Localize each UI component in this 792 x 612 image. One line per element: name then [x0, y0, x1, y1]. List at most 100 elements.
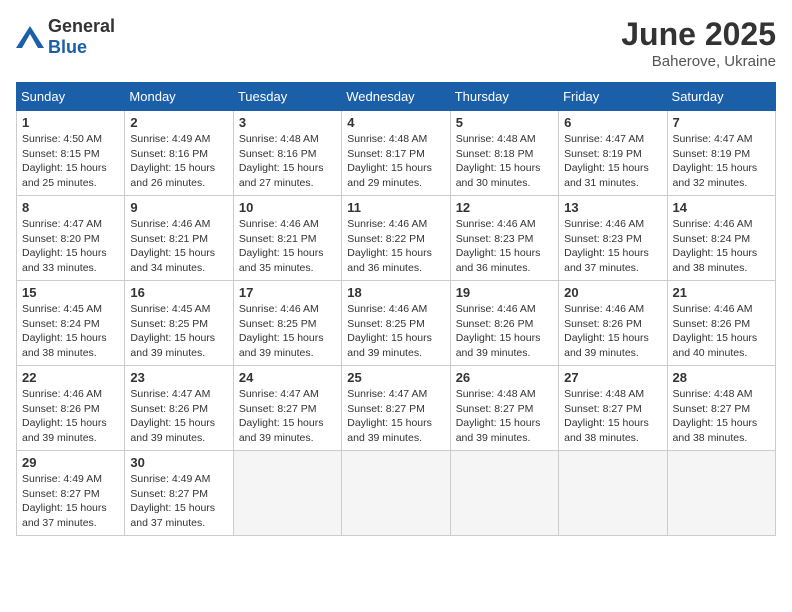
day-info: Sunrise: 4:46 AM Sunset: 8:26 PM Dayligh… — [564, 302, 661, 361]
calendar-cell: 10 Sunrise: 4:46 AM Sunset: 8:21 PM Dayli… — [233, 196, 341, 281]
day-info: Sunrise: 4:49 AM Sunset: 8:27 PM Dayligh… — [22, 472, 119, 531]
day-number: 4 — [347, 115, 444, 130]
day-number: 18 — [347, 285, 444, 300]
week-row-5: 29Sunrise: 4:49 AM Sunset: 8:27 PM Dayli… — [17, 451, 776, 536]
day-info: Sunrise: 4:48 AM Sunset: 8:18 PM Dayligh… — [456, 132, 553, 191]
calendar-cell: 12 Sunrise: 4:46 AM Sunset: 8:23 PM Dayli… — [450, 196, 558, 281]
calendar-table: SundayMondayTuesdayWednesdayThursdayFrid… — [16, 82, 776, 536]
calendar-cell: 6 Sunrise: 4:47 AM Sunset: 8:19 PM Daylig… — [559, 111, 667, 196]
title-block: June 2025 Baherove, Ukraine — [621, 16, 776, 70]
day-number: 19 — [456, 285, 553, 300]
page-header: General Blue June 2025 Baherove, Ukraine — [16, 16, 776, 70]
day-info: Sunrise: 4:46 AM Sunset: 8:24 PM Dayligh… — [673, 217, 770, 276]
calendar-cell: 27 Sunrise: 4:48 AM Sunset: 8:27 PM Dayli… — [559, 366, 667, 451]
day-number: 7 — [673, 115, 770, 130]
calendar-cell: 25 Sunrise: 4:47 AM Sunset: 8:27 PM Dayli… — [342, 366, 450, 451]
column-header-sunday: Sunday — [17, 83, 125, 111]
day-info: Sunrise: 4:45 AM Sunset: 8:25 PM Dayligh… — [130, 302, 227, 361]
day-info: Sunrise: 4:49 AM Sunset: 8:27 PM Dayligh… — [130, 472, 227, 531]
calendar-cell: 30 Sunrise: 4:49 AM Sunset: 8:27 PM Dayli… — [125, 451, 233, 536]
day-number: 23 — [130, 370, 227, 385]
day-info: Sunrise: 4:46 AM Sunset: 8:23 PM Dayligh… — [564, 217, 661, 276]
calendar-cell: 4 Sunrise: 4:48 AM Sunset: 8:17 PM Daylig… — [342, 111, 450, 196]
day-number: 22 — [22, 370, 119, 385]
day-number: 14 — [673, 200, 770, 215]
calendar-cell: 11 Sunrise: 4:46 AM Sunset: 8:22 PM Dayli… — [342, 196, 450, 281]
day-info: Sunrise: 4:46 AM Sunset: 8:21 PM Dayligh… — [239, 217, 336, 276]
day-info: Sunrise: 4:47 AM Sunset: 8:19 PM Dayligh… — [564, 132, 661, 191]
calendar-cell — [233, 451, 341, 536]
day-info: Sunrise: 4:48 AM Sunset: 8:17 PM Dayligh… — [347, 132, 444, 191]
day-number: 10 — [239, 200, 336, 215]
day-number: 16 — [130, 285, 227, 300]
day-info: Sunrise: 4:46 AM Sunset: 8:25 PM Dayligh… — [239, 302, 336, 361]
day-info: Sunrise: 4:46 AM Sunset: 8:21 PM Dayligh… — [130, 217, 227, 276]
calendar-cell: 2 Sunrise: 4:49 AM Sunset: 8:16 PM Daylig… — [125, 111, 233, 196]
day-info: Sunrise: 4:49 AM Sunset: 8:16 PM Dayligh… — [130, 132, 227, 191]
calendar-cell — [559, 451, 667, 536]
calendar-cell: 23 Sunrise: 4:47 AM Sunset: 8:26 PM Dayli… — [125, 366, 233, 451]
day-info: Sunrise: 4:46 AM Sunset: 8:26 PM Dayligh… — [673, 302, 770, 361]
logo-icon — [16, 26, 44, 48]
calendar-cell: 26Sunrise: 4:48 AM Sunset: 8:27 PM Dayli… — [450, 366, 558, 451]
calendar-cell: 22 Sunrise: 4:46 AM Sunset: 8:26 PM Dayli… — [17, 366, 125, 451]
column-header-friday: Friday — [559, 83, 667, 111]
calendar-cell: 14 Sunrise: 4:46 AM Sunset: 8:24 PM Dayli… — [667, 196, 775, 281]
day-number: 30 — [130, 455, 227, 470]
day-number: 8 — [22, 200, 119, 215]
month-year-title: June 2025 — [621, 16, 776, 53]
column-header-saturday: Saturday — [667, 83, 775, 111]
day-info: Sunrise: 4:47 AM Sunset: 8:27 PM Dayligh… — [347, 387, 444, 446]
column-header-monday: Monday — [125, 83, 233, 111]
day-number: 28 — [673, 370, 770, 385]
day-number: 24 — [239, 370, 336, 385]
day-number: 3 — [239, 115, 336, 130]
week-row-4: 22 Sunrise: 4:46 AM Sunset: 8:26 PM Dayli… — [17, 366, 776, 451]
day-info: Sunrise: 4:48 AM Sunset: 8:16 PM Dayligh… — [239, 132, 336, 191]
day-number: 2 — [130, 115, 227, 130]
calendar-cell: 3 Sunrise: 4:48 AM Sunset: 8:16 PM Daylig… — [233, 111, 341, 196]
calendar-cell: 21 Sunrise: 4:46 AM Sunset: 8:26 PM Dayli… — [667, 281, 775, 366]
day-number: 6 — [564, 115, 661, 130]
day-number: 9 — [130, 200, 227, 215]
day-number: 1 — [22, 115, 119, 130]
day-info: Sunrise: 4:48 AM Sunset: 8:27 PM Dayligh… — [564, 387, 661, 446]
calendar-cell: 9 Sunrise: 4:46 AM Sunset: 8:21 PM Daylig… — [125, 196, 233, 281]
day-number: 15 — [22, 285, 119, 300]
week-row-3: 15Sunrise: 4:45 AM Sunset: 8:24 PM Dayli… — [17, 281, 776, 366]
calendar-cell: 8 Sunrise: 4:47 AM Sunset: 8:20 PM Daylig… — [17, 196, 125, 281]
calendar-cell: 7 Sunrise: 4:47 AM Sunset: 8:19 PM Daylig… — [667, 111, 775, 196]
day-number: 20 — [564, 285, 661, 300]
calendar-cell: 17Sunrise: 4:46 AM Sunset: 8:25 PM Dayli… — [233, 281, 341, 366]
day-info: Sunrise: 4:47 AM Sunset: 8:19 PM Dayligh… — [673, 132, 770, 191]
day-number: 12 — [456, 200, 553, 215]
calendar-cell: 13 Sunrise: 4:46 AM Sunset: 8:23 PM Dayli… — [559, 196, 667, 281]
calendar-header-row: SundayMondayTuesdayWednesdayThursdayFrid… — [17, 83, 776, 111]
day-info: Sunrise: 4:50 AM Sunset: 8:15 PM Dayligh… — [22, 132, 119, 191]
day-info: Sunrise: 4:47 AM Sunset: 8:20 PM Dayligh… — [22, 217, 119, 276]
logo: General Blue — [16, 16, 115, 58]
week-row-1: 1 Sunrise: 4:50 AM Sunset: 8:15 PM Daylig… — [17, 111, 776, 196]
day-number: 5 — [456, 115, 553, 130]
day-info: Sunrise: 4:46 AM Sunset: 8:26 PM Dayligh… — [456, 302, 553, 361]
day-number: 13 — [564, 200, 661, 215]
day-info: Sunrise: 4:46 AM Sunset: 8:25 PM Dayligh… — [347, 302, 444, 361]
calendar-cell — [450, 451, 558, 536]
column-header-wednesday: Wednesday — [342, 83, 450, 111]
column-header-tuesday: Tuesday — [233, 83, 341, 111]
day-number: 11 — [347, 200, 444, 215]
day-info: Sunrise: 4:47 AM Sunset: 8:27 PM Dayligh… — [239, 387, 336, 446]
day-info: Sunrise: 4:48 AM Sunset: 8:27 PM Dayligh… — [456, 387, 553, 446]
calendar-cell: 5 Sunrise: 4:48 AM Sunset: 8:18 PM Daylig… — [450, 111, 558, 196]
day-number: 21 — [673, 285, 770, 300]
day-number: 27 — [564, 370, 661, 385]
day-info: Sunrise: 4:46 AM Sunset: 8:22 PM Dayligh… — [347, 217, 444, 276]
calendar-cell: 16 Sunrise: 4:45 AM Sunset: 8:25 PM Dayli… — [125, 281, 233, 366]
day-info: Sunrise: 4:46 AM Sunset: 8:23 PM Dayligh… — [456, 217, 553, 276]
calendar-cell: 28Sunrise: 4:48 AM Sunset: 8:27 PM Dayli… — [667, 366, 775, 451]
calendar-cell: 1 Sunrise: 4:50 AM Sunset: 8:15 PM Daylig… — [17, 111, 125, 196]
day-number: 25 — [347, 370, 444, 385]
column-header-thursday: Thursday — [450, 83, 558, 111]
day-info: Sunrise: 4:46 AM Sunset: 8:26 PM Dayligh… — [22, 387, 119, 446]
day-info: Sunrise: 4:47 AM Sunset: 8:26 PM Dayligh… — [130, 387, 227, 446]
